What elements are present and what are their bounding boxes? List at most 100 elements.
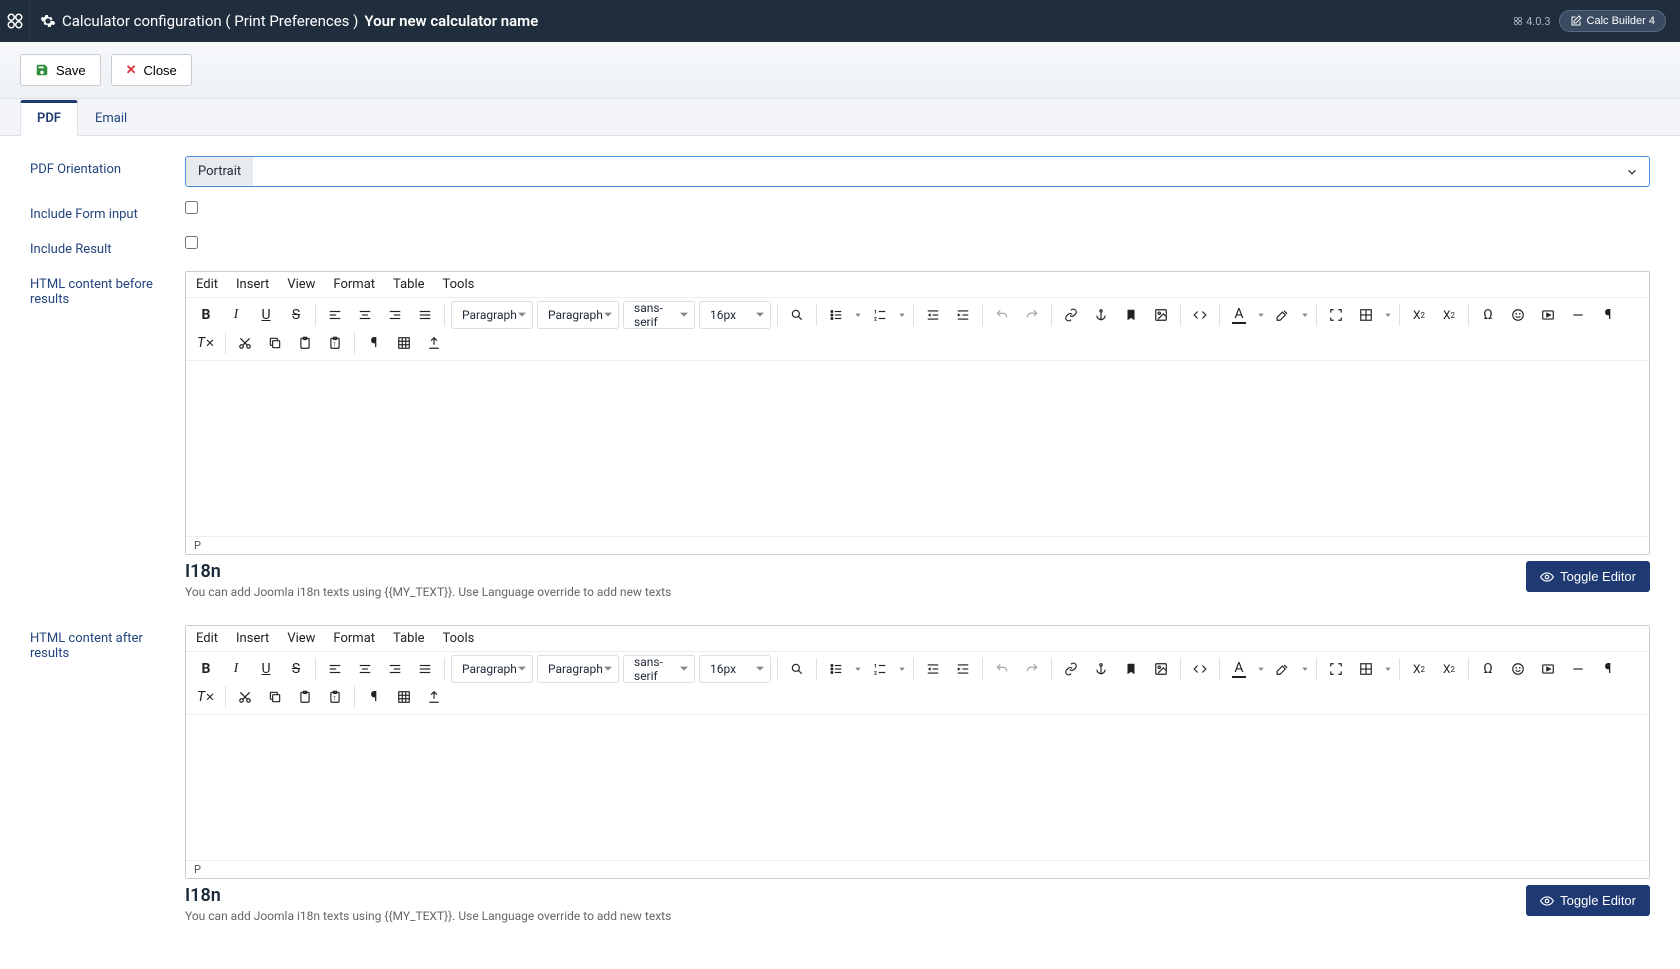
superscript-icon[interactable]: X2	[1434, 301, 1464, 329]
search-icon[interactable]	[782, 301, 812, 329]
align-right-icon[interactable]	[380, 301, 410, 329]
link-icon[interactable]	[1056, 655, 1086, 683]
hr-icon[interactable]	[1563, 655, 1593, 683]
paste-icon[interactable]	[290, 683, 320, 711]
align-left-icon[interactable]	[320, 301, 350, 329]
menu-edit[interactable]: Edit	[196, 277, 218, 292]
search-icon[interactable]	[782, 655, 812, 683]
menu-format[interactable]: Format	[333, 277, 375, 292]
font-size-select-2[interactable]: 16px	[699, 655, 771, 683]
text-color-dropdown-icon[interactable]	[1254, 301, 1268, 329]
product-button[interactable]: Calc Builder 4	[1559, 10, 1666, 32]
close-button[interactable]: ✕ Close	[111, 54, 192, 86]
special-char-icon[interactable]: Ω	[1473, 301, 1503, 329]
menu-tools[interactable]: Tools	[443, 277, 475, 292]
menu-view[interactable]: View	[287, 277, 315, 292]
rtl-icon[interactable]	[389, 683, 419, 711]
table-icon[interactable]	[1351, 655, 1381, 683]
bg-color-icon[interactable]	[1268, 301, 1298, 329]
table-icon[interactable]	[1351, 301, 1381, 329]
code-icon[interactable]	[1185, 301, 1215, 329]
editor-body-2[interactable]	[186, 715, 1649, 860]
redo-icon[interactable]	[1017, 655, 1047, 683]
code-icon[interactable]	[1185, 655, 1215, 683]
bg-color-icon[interactable]	[1268, 655, 1298, 683]
menu-tools-2[interactable]: Tools	[443, 631, 475, 646]
numbered-list-icon[interactable]: 12	[865, 301, 895, 329]
tab-pdf[interactable]: PDF	[20, 100, 78, 136]
emoji-icon[interactable]	[1503, 301, 1533, 329]
show-paragraph-icon[interactable]: ¶	[1593, 655, 1623, 683]
paste-text-icon[interactable]: T	[320, 683, 350, 711]
font-family-select-2[interactable]: sans-serif	[623, 655, 695, 683]
bg-color-dropdown-icon[interactable]	[1298, 301, 1312, 329]
align-justify-icon[interactable]	[410, 655, 440, 683]
outdent-icon[interactable]	[918, 655, 948, 683]
include-result-checkbox[interactable]	[185, 236, 198, 249]
block-format-select-2[interactable]: Paragraph	[451, 655, 533, 683]
menu-edit-2[interactable]: Edit	[196, 631, 218, 646]
superscript-icon[interactable]: X2	[1434, 655, 1464, 683]
indent-icon[interactable]	[948, 301, 978, 329]
numbered-list-dropdown-icon[interactable]	[895, 301, 909, 329]
bold-icon[interactable]: B	[191, 655, 221, 683]
menu-table[interactable]: Table	[393, 277, 424, 292]
subscript-icon[interactable]: X2	[1404, 655, 1434, 683]
menu-table-2[interactable]: Table	[393, 631, 424, 646]
indent-icon[interactable]	[948, 655, 978, 683]
italic-icon[interactable]: I	[221, 301, 251, 329]
block-format-select[interactable]: Paragraph	[451, 301, 533, 329]
anchor-icon[interactable]	[1086, 301, 1116, 329]
clear-format-icon[interactable]: T✕	[191, 683, 221, 711]
rtl-icon[interactable]	[389, 329, 419, 357]
strikethrough-icon[interactable]: S	[281, 301, 311, 329]
ltr-icon[interactable]: ¶	[359, 329, 389, 357]
menu-view-2[interactable]: View	[287, 631, 315, 646]
fullscreen-icon[interactable]	[1321, 655, 1351, 683]
editor-body[interactable]	[186, 361, 1649, 536]
text-color-icon[interactable]: A	[1224, 301, 1254, 329]
show-paragraph-icon[interactable]: ¶	[1593, 301, 1623, 329]
align-center-icon[interactable]	[350, 655, 380, 683]
orientation-select[interactable]: Portrait	[185, 156, 1650, 187]
upload-icon[interactable]	[419, 683, 449, 711]
media-icon[interactable]	[1533, 655, 1563, 683]
italic-icon[interactable]: I	[221, 655, 251, 683]
fullscreen-icon[interactable]	[1321, 301, 1351, 329]
bullet-list-dropdown-icon[interactable]	[851, 655, 865, 683]
image-icon[interactable]	[1146, 655, 1176, 683]
strikethrough-icon[interactable]: S	[281, 655, 311, 683]
table-dropdown-icon[interactable]	[1381, 655, 1395, 683]
emoji-icon[interactable]	[1503, 655, 1533, 683]
ltr-icon[interactable]: ¶	[359, 683, 389, 711]
tab-email[interactable]: Email	[78, 100, 144, 136]
undo-icon[interactable]	[987, 655, 1017, 683]
align-left-icon[interactable]	[320, 655, 350, 683]
menu-format-2[interactable]: Format	[333, 631, 375, 646]
upload-icon[interactable]	[419, 329, 449, 357]
underline-icon[interactable]: U	[251, 655, 281, 683]
include-form-checkbox[interactable]	[185, 201, 198, 214]
text-color-icon[interactable]: A	[1224, 655, 1254, 683]
align-justify-icon[interactable]	[410, 301, 440, 329]
bullet-list-icon[interactable]	[821, 655, 851, 683]
bullet-list-icon[interactable]	[821, 301, 851, 329]
paste-icon[interactable]	[290, 329, 320, 357]
align-center-icon[interactable]	[350, 301, 380, 329]
bookmark-icon[interactable]	[1116, 301, 1146, 329]
paste-text-icon[interactable]: T	[320, 329, 350, 357]
cut-icon[interactable]	[230, 329, 260, 357]
font-size-select[interactable]: 16px	[699, 301, 771, 329]
link-icon[interactable]	[1056, 301, 1086, 329]
toggle-editor-button-2[interactable]: Toggle Editor	[1526, 885, 1650, 916]
menu-insert[interactable]: Insert	[236, 277, 269, 292]
image-icon[interactable]	[1146, 301, 1176, 329]
text-color-dropdown-icon[interactable]	[1254, 655, 1268, 683]
align-right-icon[interactable]	[380, 655, 410, 683]
subscript-icon[interactable]: X2	[1404, 301, 1434, 329]
special-char-icon[interactable]: Ω	[1473, 655, 1503, 683]
bold-icon[interactable]: B	[191, 301, 221, 329]
copy-icon[interactable]	[260, 683, 290, 711]
font-family-select[interactable]: sans-serif	[623, 301, 695, 329]
copy-icon[interactable]	[260, 329, 290, 357]
